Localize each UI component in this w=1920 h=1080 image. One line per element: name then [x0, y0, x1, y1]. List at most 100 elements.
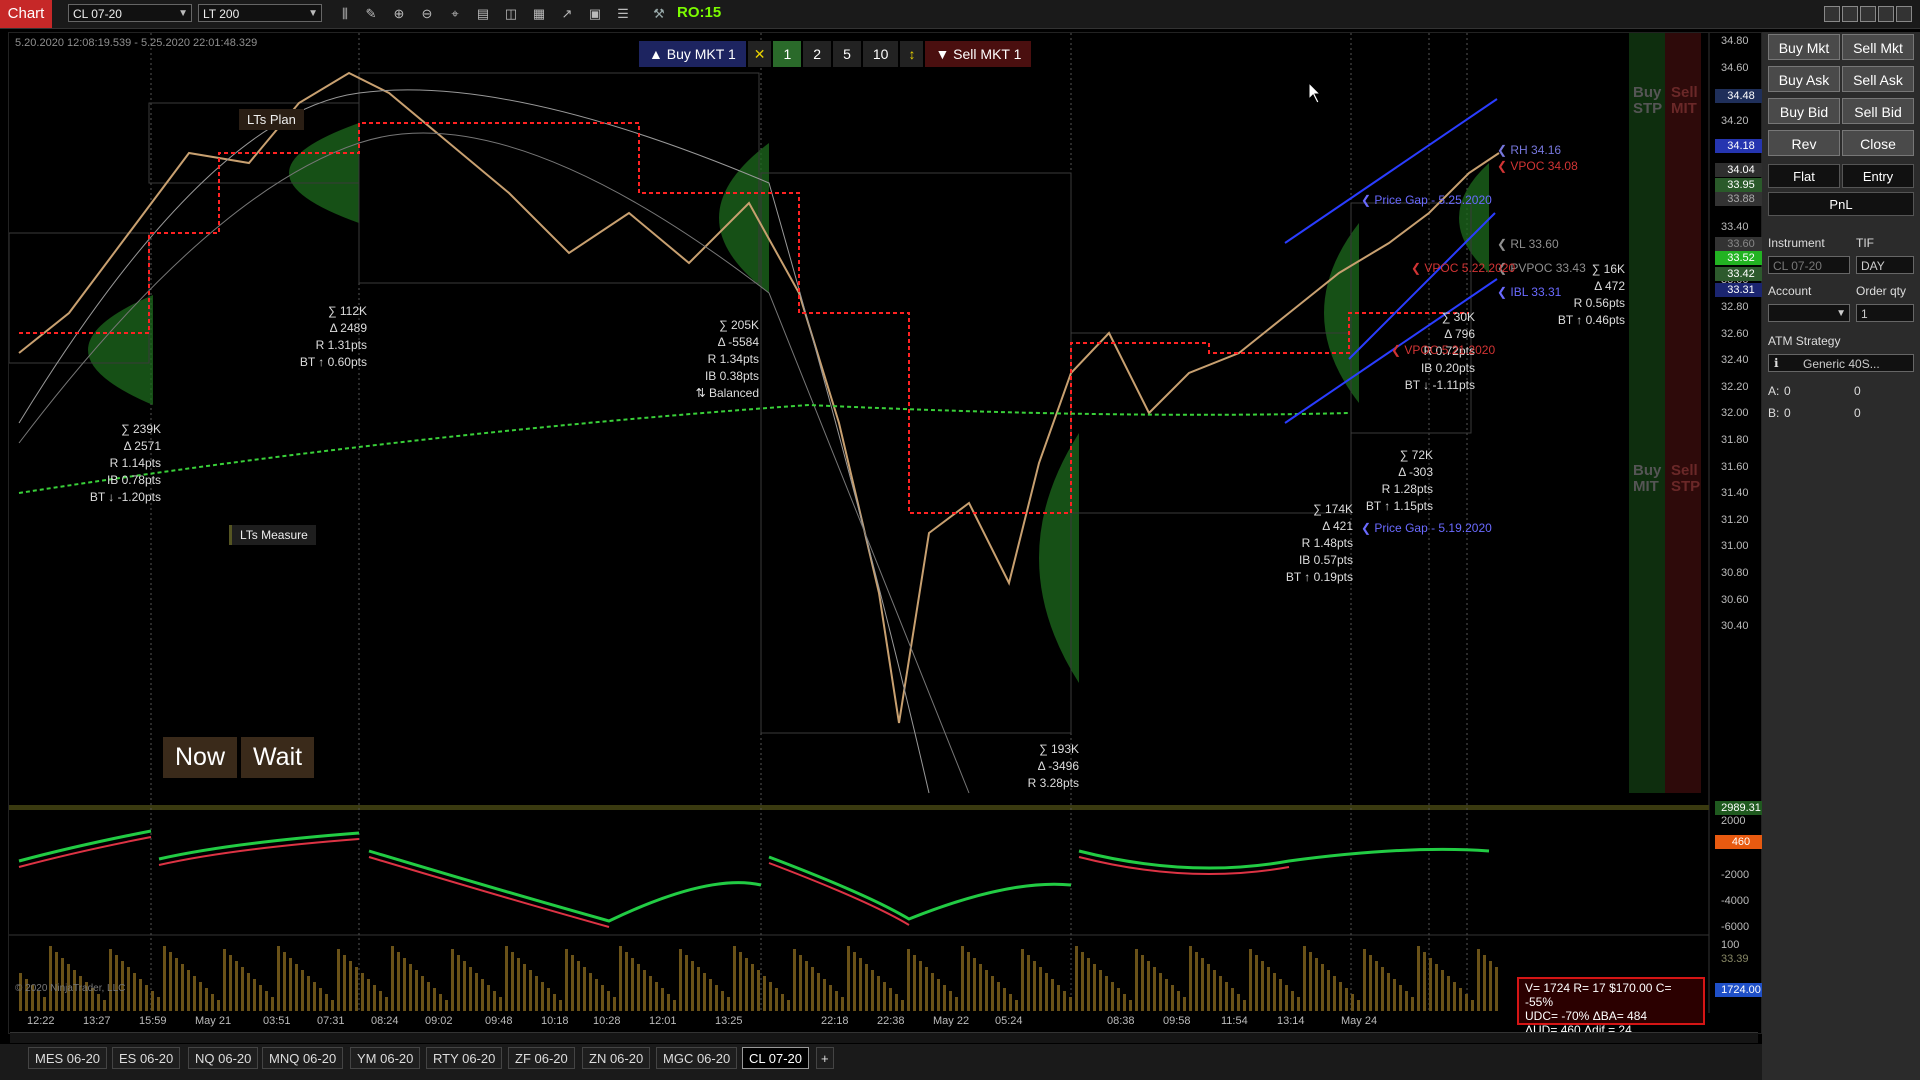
sell-mkt-button[interactable]: Sell Mkt	[1842, 34, 1914, 60]
volume-bar	[487, 985, 490, 1011]
volume-bar	[913, 955, 916, 1011]
volume-bar	[1171, 985, 1174, 1011]
tab-zf[interactable]: ZF 06-20	[508, 1047, 575, 1069]
lts-plan-label[interactable]: LTs Plan	[239, 109, 304, 130]
volume-bar	[475, 973, 478, 1011]
account-select[interactable]: ▼	[1768, 304, 1850, 322]
volume-bar	[157, 997, 160, 1011]
tab-cl[interactable]: CL 07-20	[742, 1047, 809, 1069]
close-icon[interactable]	[1896, 6, 1912, 22]
volume-bar	[763, 976, 766, 1011]
buy-stp-zone[interactable]: Buy STP	[1633, 85, 1662, 117]
order-qty-field[interactable]: 1	[1856, 304, 1914, 322]
volume-bar	[1111, 982, 1114, 1011]
volume-bar	[793, 949, 796, 1011]
reverse-icon[interactable]: ↕	[900, 41, 924, 67]
b-label: B:	[1768, 406, 1780, 420]
info-line-2: UDC= -70% ΔBA= 484	[1525, 1009, 1648, 1023]
reverse-button[interactable]: Rev	[1768, 130, 1840, 156]
maximize-icon[interactable]	[1878, 6, 1894, 22]
sell-mit-zone[interactable]: Sell MIT	[1671, 85, 1698, 117]
horizontal-scrollbar[interactable]	[10, 1032, 1758, 1043]
volume-bar	[421, 976, 424, 1011]
volume-profile	[88, 295, 153, 405]
tab-mgc[interactable]: MGC 06-20	[656, 1047, 738, 1069]
volume-bar	[1387, 973, 1390, 1011]
volume-bar	[1495, 967, 1498, 1011]
strategies-icon[interactable]: ↗	[558, 5, 576, 23]
vpoc-low-label: ❮ VPOC 5.21.2020	[1391, 343, 1496, 357]
volume-bar	[235, 961, 238, 1011]
tile-icon[interactable]	[1824, 6, 1840, 22]
minimize-icon[interactable]	[1860, 6, 1876, 22]
tab-zn[interactable]: ZN 06-20	[582, 1047, 651, 1069]
instrument-field[interactable]: CL 07-20	[1768, 256, 1850, 274]
volume-bar	[463, 961, 466, 1011]
qty-2-button[interactable]: 2	[803, 41, 832, 67]
volume-bar	[1027, 955, 1030, 1011]
zoom-in-icon[interactable]: ⊕	[390, 5, 408, 23]
crosshair-icon[interactable]: ⌖	[446, 5, 464, 23]
tab-ym[interactable]: YM 06-20	[350, 1047, 421, 1069]
period-select[interactable]: LT 200 ▼	[198, 4, 322, 22]
volume-bar	[625, 952, 628, 1011]
atm-strategy-select[interactable]: Generic 40S...	[1768, 354, 1914, 372]
volume-bar	[1375, 961, 1378, 1011]
a-label: A:	[1768, 384, 1780, 398]
order-qty-label: Order qty	[1856, 284, 1907, 298]
list-icon[interactable]: ☰	[614, 5, 632, 23]
data-box-icon[interactable]: ▤	[474, 5, 492, 23]
volume-bar	[373, 985, 376, 1011]
volume-bar	[1477, 949, 1480, 1011]
hat-icon[interactable]: ⚒	[650, 5, 668, 23]
tab-es[interactable]: ES 06-20	[112, 1047, 181, 1069]
qty-1-button[interactable]: 1	[773, 41, 802, 67]
templates-icon[interactable]: ▣	[586, 5, 604, 23]
info-icon[interactable]: ℹ	[1774, 356, 1779, 370]
entry-button[interactable]: Entry	[1842, 164, 1914, 188]
rollover-label: RO:15	[677, 4, 722, 21]
tab-nq[interactable]: NQ 06-20	[188, 1047, 259, 1069]
volume-bar	[757, 970, 760, 1011]
flat-button[interactable]: Flat	[1768, 164, 1840, 188]
volume-bar	[661, 988, 664, 1011]
close-button[interactable]: Close	[1842, 130, 1914, 156]
qty-5-button[interactable]: 5	[833, 41, 861, 67]
sell-bid-button[interactable]: Sell Bid	[1842, 98, 1914, 124]
properties-icon[interactable]: ◫	[502, 5, 520, 23]
buy-mkt-button[interactable]: Buy Mkt	[1768, 34, 1840, 60]
add-tab-button[interactable]: +	[816, 1047, 834, 1069]
chart-panel[interactable]: 5.20.2020 12:08:19.539 - 5.25.2020 22:01…	[8, 32, 1767, 1037]
close-position-button[interactable]: ✕	[747, 41, 772, 67]
tab-mnq[interactable]: MNQ 06-20	[262, 1047, 344, 1069]
restore-icon[interactable]	[1842, 6, 1858, 22]
qty-10-button[interactable]: 10	[862, 41, 899, 67]
buy-ask-button[interactable]: Buy Ask	[1768, 66, 1840, 92]
sell-market-button[interactable]: ▼ Sell MKT 1	[925, 41, 1032, 67]
sell-stp-zone[interactable]: Sell STP	[1671, 463, 1700, 495]
profile-stats-1: ∑ 239K Δ 2571 R 1.14pts IB 0.78pts BT ↓ …	[89, 422, 161, 504]
instrument-select[interactable]: CL 07-20 ▼	[68, 4, 192, 22]
tab-mes[interactable]: MES 06-20	[28, 1047, 108, 1069]
time-axis-label: 07:31	[317, 1015, 345, 1027]
chart-tab[interactable]: Chart	[0, 0, 52, 28]
volume-bar	[169, 952, 172, 1011]
instrument-label: Instrument	[1768, 236, 1825, 250]
sell-ask-button[interactable]: Sell Ask	[1842, 66, 1914, 92]
indicators-icon[interactable]: ▦	[530, 5, 548, 23]
zoom-out-icon[interactable]: ⊖	[418, 5, 436, 23]
tab-rty[interactable]: RTY 06-20	[426, 1047, 503, 1069]
buy-mit-zone[interactable]: Buy MIT	[1633, 463, 1661, 495]
pnl-button[interactable]: PnL	[1768, 192, 1914, 216]
volume-bar	[835, 991, 838, 1011]
price-badge: 34.48	[1715, 89, 1767, 103]
volume-bar	[229, 955, 232, 1011]
tif-select[interactable]: DAY	[1856, 256, 1914, 274]
buy-market-button[interactable]: ▲ Buy MKT 1	[639, 41, 746, 67]
lts-measure-label[interactable]: LTs Measure	[229, 525, 316, 545]
volume-bar	[811, 967, 814, 1011]
buy-bid-button[interactable]: Buy Bid	[1768, 98, 1840, 124]
volume-bar	[637, 964, 640, 1011]
bar-style-icon[interactable]: ⫼	[336, 5, 354, 23]
pencil-icon[interactable]: ✎	[362, 5, 380, 23]
